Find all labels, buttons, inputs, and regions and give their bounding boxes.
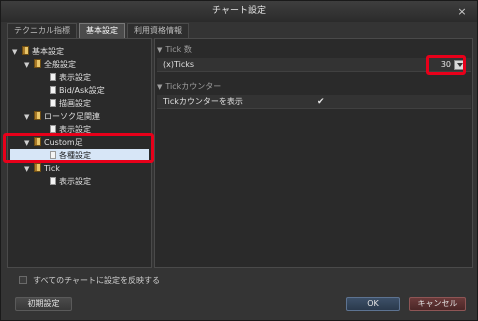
setting-row-ticks: (x)Ticks 30 — [157, 58, 471, 72]
tree-item-tick-display[interactable]: 表示設定 — [50, 175, 91, 188]
tree-item-label: 表示設定 — [59, 177, 91, 186]
collapse-arrow-icon[interactable]: ▼ — [157, 83, 162, 91]
title-bar: チャート設定 × — [1, 1, 477, 22]
tree-item-label: 表示設定 — [59, 73, 91, 82]
settings-panel: ▼ Tick 数 (x)Ticks 30 ▼ Tickカウンター Tickカウンター… — [154, 38, 473, 268]
setting-row-show-tick-counter: Tickカウンターを表示 ✔ — [157, 95, 471, 109]
reset-button[interactable]: 初期設定 — [15, 297, 72, 311]
section-title: Tick 数 — [165, 45, 192, 54]
page-icon — [50, 151, 56, 159]
page-icon — [50, 99, 56, 107]
stepper-dropdown-button[interactable] — [454, 60, 465, 70]
tab-bar: テクニカル指標 基本設定 利用資格情報 — [7, 23, 191, 38]
setting-label: Tickカウンターを表示 — [163, 97, 243, 106]
book-icon — [22, 46, 29, 55]
book-icon — [34, 137, 41, 146]
settings-tree: ▼ 基本設定 ▼ 全般設定 表示設定 Bid/Ask設定 描画設定 ▼ ローソク足関連… — [7, 38, 152, 268]
tree-item-custom-bar[interactable]: ▼ Custom足 — [24, 136, 83, 149]
page-icon — [50, 125, 56, 133]
tab-basic-settings[interactable]: 基本設定 — [79, 23, 125, 38]
checkmark-icon[interactable]: ✔ — [317, 95, 325, 109]
tree-item-tick[interactable]: ▼ Tick — [24, 162, 60, 175]
setting-label: (x)Ticks — [163, 60, 195, 69]
tab-technical-indicators[interactable]: テクニカル指標 — [7, 23, 77, 38]
tree-item-general-settings[interactable]: ▼ 全般設定 — [24, 58, 76, 71]
collapse-arrow-icon[interactable]: ▼ — [157, 46, 162, 54]
expand-arrow-icon[interactable]: ▼ — [24, 111, 34, 124]
tree-item-display-settings[interactable]: 表示設定 — [50, 71, 91, 84]
tree-item-label: 全般設定 — [44, 60, 76, 69]
tree-item-label: 各種設定 — [59, 151, 91, 160]
tree-item-label: Tick — [44, 164, 60, 173]
section-title: Tickカウンター — [165, 82, 222, 91]
tree-item-various-settings[interactable]: 各種設定 — [10, 149, 149, 162]
checkbox-box[interactable] — [19, 276, 27, 284]
cancel-button[interactable]: キャンセル — [409, 297, 466, 311]
ok-button[interactable]: OK — [346, 297, 400, 311]
apply-all-label: すべてのチャートに設定を反映する — [33, 276, 161, 285]
section-tick-count[interactable]: ▼ Tick 数 — [157, 44, 192, 56]
page-icon — [50, 177, 56, 185]
tree-item-label: Custom足 — [44, 138, 83, 147]
chart-settings-dialog: チャート設定 × テクニカル指標 基本設定 利用資格情報 ▼ 基本設定 ▼ 全般設定… — [0, 0, 478, 321]
tree-item-basic-settings[interactable]: ▼ 基本設定 — [12, 45, 64, 58]
expand-arrow-icon[interactable]: ▼ — [24, 59, 34, 72]
window-title: チャート設定 — [212, 6, 266, 16]
tab-license-info[interactable]: 利用資格情報 — [127, 23, 189, 38]
chevron-down-icon — [457, 63, 463, 67]
tree-item-drawing-settings[interactable]: 描画設定 — [50, 97, 91, 110]
ticks-value-input[interactable]: 30 — [436, 60, 451, 70]
book-icon — [34, 163, 41, 172]
expand-arrow-icon[interactable]: ▼ — [24, 163, 34, 176]
tree-item-candlestick[interactable]: ▼ ローソク足関連 — [24, 110, 100, 123]
tree-item-label: 描画設定 — [59, 99, 91, 108]
section-tick-counter[interactable]: ▼ Tickカウンター — [157, 81, 221, 93]
tree-item-label: 表示設定 — [59, 125, 91, 134]
tree-item-label: Bid/Ask設定 — [59, 86, 105, 95]
tree-item-label: ローソク足関連 — [44, 112, 100, 121]
tree-item-bid-ask-settings[interactable]: Bid/Ask設定 — [50, 84, 105, 97]
page-icon — [50, 86, 56, 94]
book-icon — [34, 59, 41, 68]
expand-arrow-icon[interactable]: ▼ — [12, 46, 22, 59]
page-icon — [50, 73, 56, 81]
book-icon — [34, 111, 41, 120]
close-icon[interactable]: × — [456, 1, 468, 22]
tree-item-label: 基本設定 — [32, 47, 64, 56]
apply-all-charts-checkbox[interactable]: すべてのチャートに設定を反映する — [19, 275, 160, 286]
tree-item-candlestick-display[interactable]: 表示設定 — [50, 123, 91, 136]
